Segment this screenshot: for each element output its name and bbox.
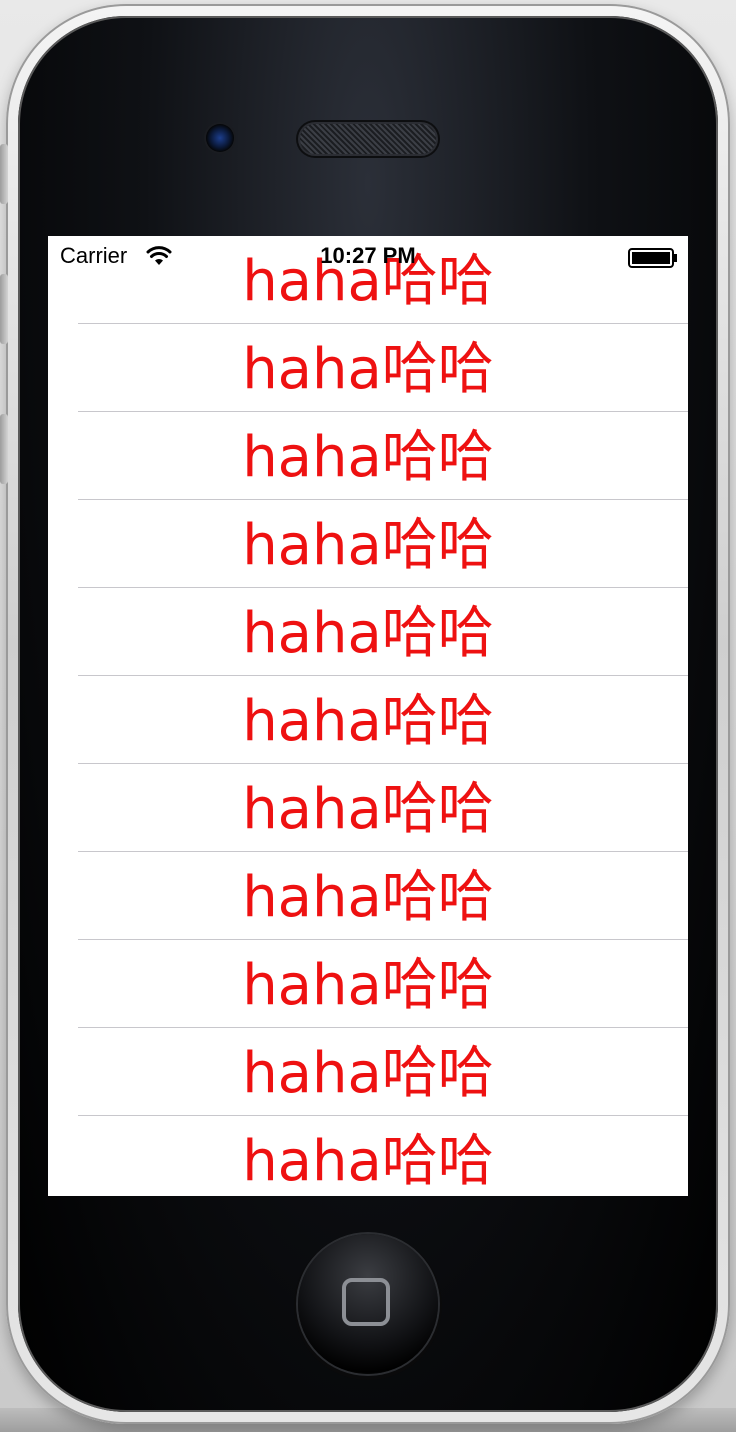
table-view[interactable]: haha哈哈 haha哈哈 haha哈哈 haha哈哈 haha哈哈 haha哈…: [48, 236, 688, 1196]
status-time: 10:27 PM: [320, 243, 416, 268]
front-camera-icon: [206, 124, 234, 152]
row-label: haha哈哈: [242, 777, 494, 842]
battery-icon: [628, 248, 677, 268]
row-label: haha哈哈: [242, 1041, 494, 1106]
row-label: haha哈哈: [242, 425, 494, 490]
row-label: haha哈哈: [242, 865, 494, 930]
table-row[interactable]: haha哈哈: [48, 940, 688, 1028]
table-row[interactable]: haha哈哈: [48, 852, 688, 940]
row-label: haha哈哈: [242, 689, 494, 754]
status-bar: Carrier 10:27 PM: [48, 236, 688, 276]
table-row[interactable]: haha哈哈: [48, 324, 688, 412]
simulator-screen: Carrier 10:27 PM haha哈哈 haha哈哈 haha哈哈 ha…: [48, 236, 688, 1196]
home-square-icon: [342, 1278, 390, 1326]
row-label: haha哈哈: [242, 953, 494, 1018]
mute-switch: [0, 144, 8, 204]
table-row[interactable]: haha哈哈: [48, 412, 688, 500]
earpiece-speaker: [300, 124, 436, 154]
volume-down-button: [0, 414, 8, 484]
table-row[interactable]: haha哈哈: [48, 588, 688, 676]
row-label: haha哈哈: [242, 337, 494, 402]
table-row[interactable]: haha哈哈: [48, 764, 688, 852]
row-label: haha哈哈: [242, 513, 494, 578]
volume-up-button: [0, 274, 8, 344]
table-row[interactable]: haha哈哈: [48, 500, 688, 588]
row-label: haha哈哈: [242, 601, 494, 666]
table-row[interactable]: haha哈哈: [48, 1116, 688, 1196]
home-button[interactable]: [298, 1234, 438, 1374]
table-row[interactable]: haha哈哈: [48, 676, 688, 764]
table-row[interactable]: haha哈哈: [48, 1028, 688, 1116]
row-label: haha哈哈: [242, 1129, 494, 1194]
